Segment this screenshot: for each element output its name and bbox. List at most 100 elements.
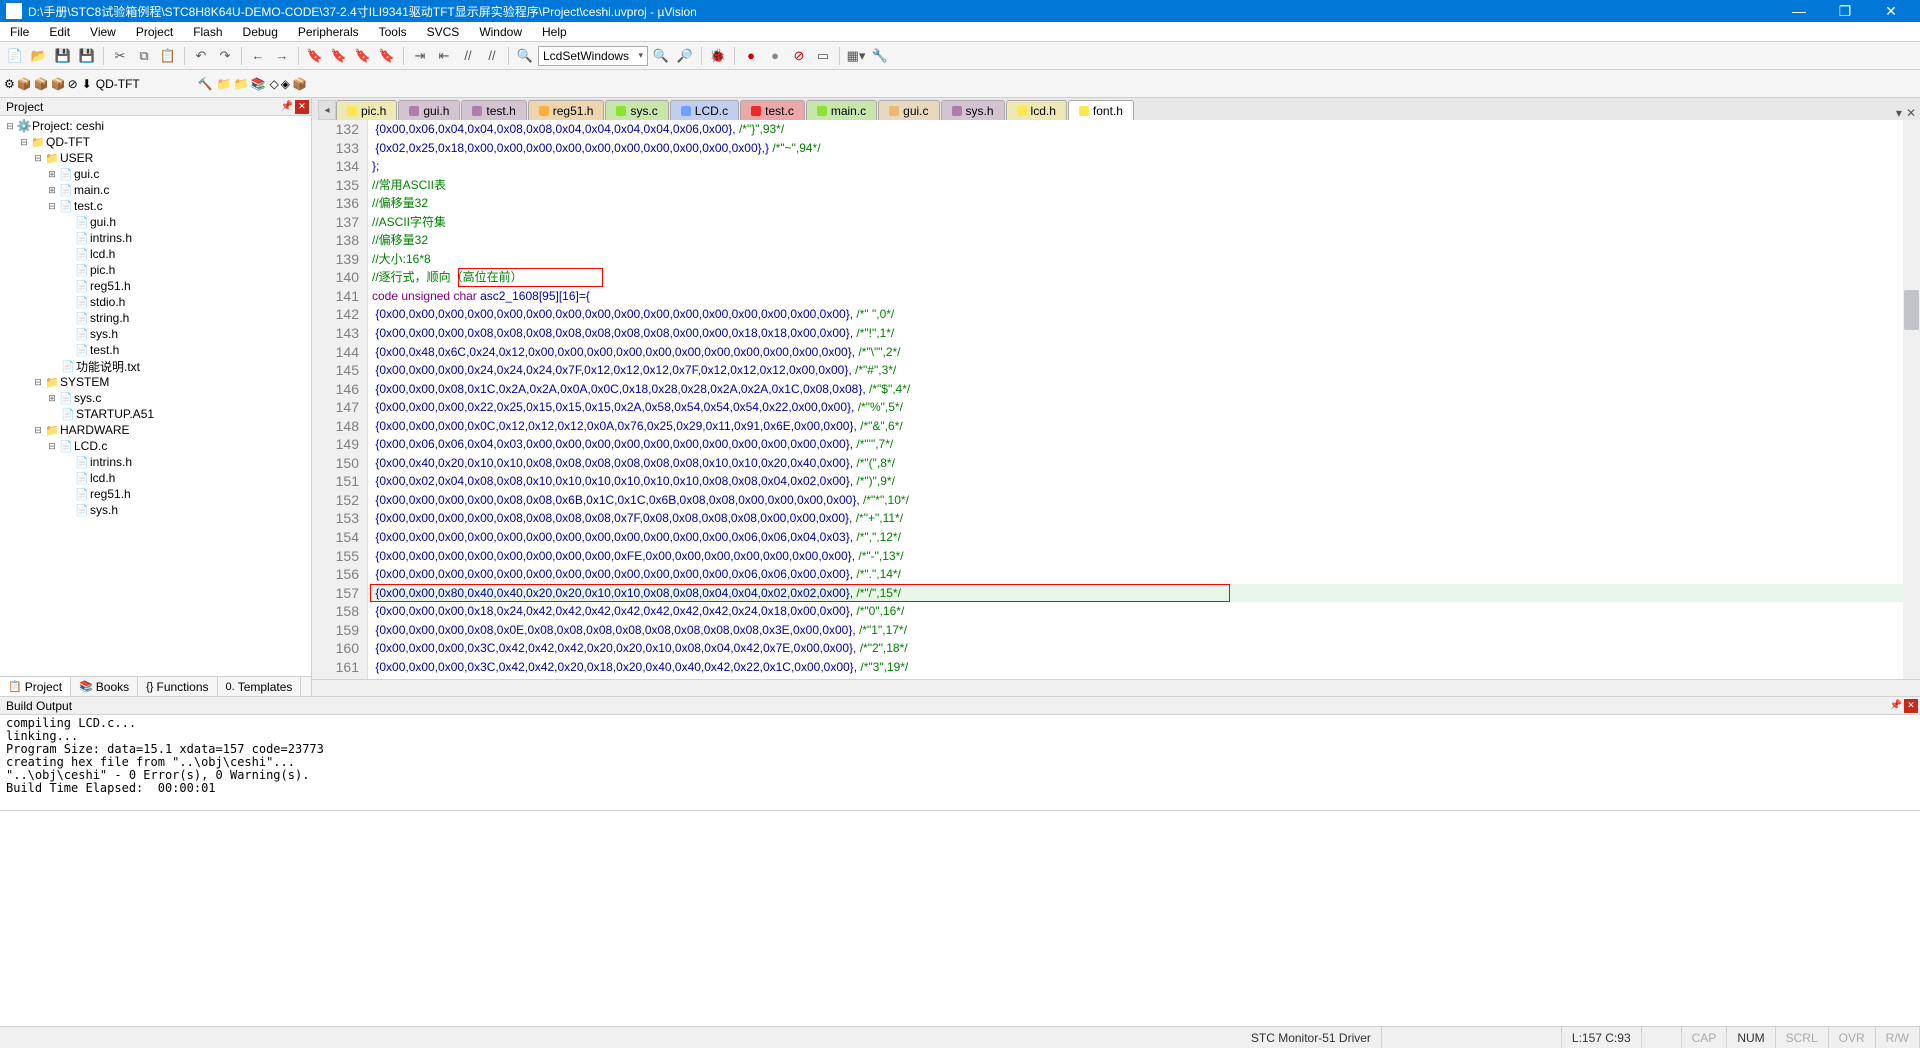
download-icon[interactable]: ⬇	[82, 77, 92, 91]
comment-icon[interactable]: //	[457, 45, 479, 67]
target-options-icon[interactable]: 🔨	[198, 77, 213, 91]
menu-view[interactable]: View	[80, 22, 126, 41]
panel-close-icon[interactable]: ✕	[1904, 699, 1918, 713]
configure-icon[interactable]: 🔧	[869, 45, 891, 67]
find-in-files-icon[interactable]: 🔍	[650, 45, 672, 67]
main-toolbar: 📄 📂 💾 💾 ✂ ⧉ 📋 ↶ ↷ ← → 🔖 🔖 🔖 🔖 ⇥ ⇤ // // …	[0, 42, 1920, 70]
tab-dot-icon	[889, 106, 899, 116]
pin-icon[interactable]: 📌	[1890, 700, 1902, 711]
incremental-find-icon[interactable]: 🔎	[674, 45, 696, 67]
outdent-icon[interactable]: ⇤	[433, 45, 455, 67]
tab-project[interactable]: 📋Project	[0, 677, 71, 696]
stop-build-icon[interactable]: ⊘	[68, 77, 78, 91]
editor-restore-icon[interactable]: ▾	[1896, 106, 1902, 120]
bp-window-icon[interactable]: ▭	[812, 45, 834, 67]
menu-project[interactable]: Project	[126, 22, 183, 41]
code-editor[interactable]: 132 133 134 135 136 137 138 139 140 141 …	[312, 120, 1920, 679]
editor-tab-test-h[interactable]: test.h	[461, 100, 526, 120]
menu-help[interactable]: Help	[532, 22, 577, 41]
nav-fwd-icon[interactable]: →	[271, 45, 293, 67]
undo-icon[interactable]: ↶	[190, 45, 212, 67]
editor-tab-lcd-h[interactable]: lcd.h	[1006, 100, 1067, 120]
batch-build-icon[interactable]: 📦	[51, 77, 66, 91]
status-driver: STC Monitor-51 Driver	[1241, 1027, 1382, 1048]
editor-tab-font-h[interactable]: font.h	[1068, 100, 1134, 120]
new-file-icon[interactable]: 📄	[4, 45, 26, 67]
tab-label: reg51.h	[553, 104, 594, 118]
debug-icon[interactable]: 🐞	[707, 45, 729, 67]
editor-tab-main-c[interactable]: main.c	[806, 100, 877, 120]
tab-templates[interactable]: 0.Templates	[218, 677, 302, 696]
minimize-button[interactable]: —	[1776, 0, 1822, 22]
editor-tab-sys-h[interactable]: sys.h	[941, 100, 1005, 120]
app-icon	[6, 3, 22, 19]
copy-icon[interactable]: ⧉	[133, 45, 155, 67]
function-combo[interactable]: LcdSetWindows	[538, 46, 648, 66]
editor-tab-reg51-h[interactable]: reg51.h	[528, 100, 605, 120]
menu-flash[interactable]: Flash	[183, 22, 232, 41]
tab-dot-icon	[1079, 106, 1089, 116]
manage-books-icon[interactable]: 📚	[251, 77, 266, 91]
horizontal-scrollbar[interactable]	[312, 679, 1920, 696]
bookmark-icon[interactable]: 🔖	[304, 45, 326, 67]
menu-debug[interactable]: Debug	[233, 22, 288, 41]
editor-tab-pic-h[interactable]: pic.h	[336, 100, 397, 120]
save-all-icon[interactable]: 💾	[76, 45, 98, 67]
tab-label: LCD.c	[695, 104, 728, 118]
tab-label: test.h	[486, 104, 515, 118]
editor-tab-gui-h[interactable]: gui.h	[398, 100, 460, 120]
main-area: Project 📌 ✕ ⊟⚙️Project: ceshi ⊟QD-TFT ⊟U…	[0, 98, 1920, 696]
uncomment-icon[interactable]: //	[481, 45, 503, 67]
menu-svcs[interactable]: SVCS	[417, 22, 470, 41]
kill-bp-icon[interactable]: ⊘	[788, 45, 810, 67]
line-gutter: 132 133 134 135 136 137 138 139 140 141 …	[312, 120, 368, 679]
menu-edit[interactable]: Edit	[39, 22, 80, 41]
editor-tab-test-c[interactable]: test.c	[740, 100, 805, 120]
editor-close-icon[interactable]: ✕	[1906, 106, 1916, 120]
tab-label: pic.h	[361, 104, 386, 118]
window-layout-icon[interactable]: ▦▾	[845, 45, 867, 67]
indent-icon[interactable]: ⇥	[409, 45, 431, 67]
editor-tab-gui-c[interactable]: gui.c	[878, 100, 939, 120]
tab-functions[interactable]: {}Functions	[138, 677, 217, 696]
pin-icon[interactable]: 📌	[281, 101, 293, 112]
close-button[interactable]: ✕	[1868, 0, 1914, 22]
save-icon[interactable]: 💾	[52, 45, 74, 67]
open-file-icon[interactable]: 📂	[28, 45, 50, 67]
tab-scroll-left-icon[interactable]: ◂	[318, 100, 336, 120]
redo-icon[interactable]: ↷	[214, 45, 236, 67]
breakpoint-icon[interactable]: ●	[740, 45, 762, 67]
maximize-button[interactable]: ❐	[1822, 0, 1868, 22]
file-ext-icon[interactable]: 📁	[234, 77, 249, 91]
multi-project-icon[interactable]: ◈	[281, 77, 290, 91]
editor-tab-LCD-c[interactable]: LCD.c	[670, 100, 739, 120]
bookmark-next-icon[interactable]: 🔖	[352, 45, 374, 67]
pack-installer-icon[interactable]: 📦	[292, 77, 307, 91]
editor-tab-sys-c[interactable]: sys.c	[605, 100, 668, 120]
status-position: L:157 C:93	[1562, 1027, 1642, 1048]
status-rw: R/W	[1876, 1027, 1920, 1048]
menu-file[interactable]: File	[0, 22, 39, 41]
find-icon[interactable]: 🔍	[514, 45, 536, 67]
rebuild-icon[interactable]: 📦	[34, 77, 49, 91]
bookmark-clear-icon[interactable]: 🔖	[376, 45, 398, 67]
nav-back-icon[interactable]: ←	[247, 45, 269, 67]
disable-bp-icon[interactable]: ●	[764, 45, 786, 67]
build-icon[interactable]: 📦	[17, 77, 32, 91]
manage-project-icon[interactable]: 📁	[217, 77, 232, 91]
target-combo[interactable]: QD-TFT	[96, 77, 196, 91]
bookmark-prev-icon[interactable]: 🔖	[328, 45, 350, 67]
paste-icon[interactable]: 📋	[157, 45, 179, 67]
menu-peripherals[interactable]: Peripherals	[288, 22, 369, 41]
menu-window[interactable]: Window	[469, 22, 532, 41]
cut-icon[interactable]: ✂	[109, 45, 131, 67]
code-text[interactable]: {0x00,0x06,0x04,0x04,0x08,0x08,0x04,0x04…	[368, 120, 1920, 679]
tab-books[interactable]: 📚Books	[71, 677, 138, 696]
tab-dot-icon	[616, 106, 626, 116]
project-tree[interactable]: ⊟⚙️Project: ceshi ⊟QD-TFT ⊟USER ⊞gui.c ⊞…	[0, 116, 311, 676]
panel-close-icon[interactable]: ✕	[295, 100, 309, 114]
single-project-icon[interactable]: ◇	[270, 77, 279, 91]
menu-tools[interactable]: Tools	[369, 22, 417, 41]
build-output-text[interactable]: compiling LCD.c... linking... Program Si…	[0, 715, 1920, 810]
translate-icon[interactable]: ⚙	[4, 77, 15, 91]
